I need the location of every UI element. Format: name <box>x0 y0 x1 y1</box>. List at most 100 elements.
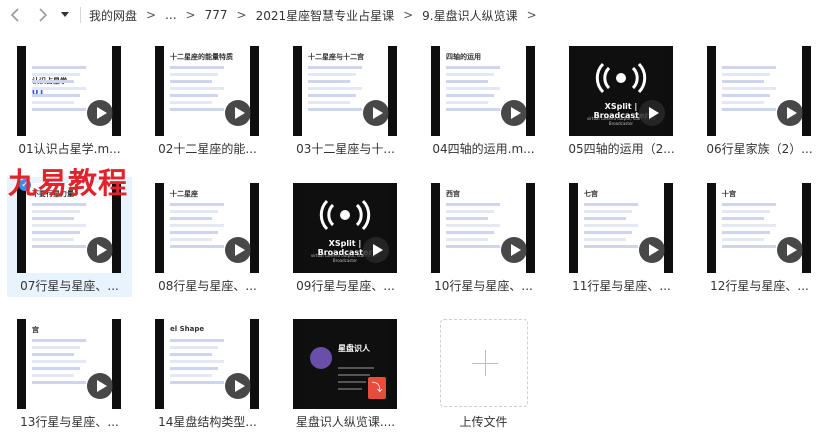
file-tile[interactable]: XSplit | Broadcaster virtual camera outpu… <box>283 177 408 297</box>
table-line <box>32 374 74 377</box>
table-line <box>446 224 500 227</box>
table-line <box>446 73 494 76</box>
file-thumbnail: XSplit | Broadcaster virtual camera outpu… <box>293 183 397 273</box>
file-thumbnail: 星盘识人 ⤵ <box>293 319 397 409</box>
star-emblem <box>310 347 332 369</box>
play-icon <box>363 237 389 263</box>
file-tile[interactable]: 西宫 10行星与星座、... <box>421 177 546 297</box>
play-icon <box>639 100 665 126</box>
thumbnail-title: 西宫 <box>446 190 460 198</box>
table-line <box>32 238 74 241</box>
thumbnail-title: 十二星座的能量特质 <box>170 53 233 61</box>
breadcrumb-item[interactable]: 777 <box>205 8 228 22</box>
history-dropdown-button[interactable] <box>56 0 74 30</box>
breadcrumb-separator: > <box>146 8 157 22</box>
play-icon <box>87 237 113 263</box>
table-line <box>32 381 86 384</box>
table-line <box>32 231 80 234</box>
file-thumbnail: 十二星座与十二宫 <box>293 46 397 136</box>
play-icon <box>225 100 251 126</box>
play-triangle <box>510 107 521 119</box>
table-line <box>722 210 770 213</box>
file-tile[interactable]: 宫 13行星与星座、... <box>7 313 132 433</box>
pdf-file-icon: ⤵ <box>368 377 386 399</box>
broadcast-icon <box>319 199 371 231</box>
file-thumbnail: el Shape <box>155 319 259 409</box>
text-line <box>338 381 366 383</box>
play-icon <box>501 237 527 263</box>
table-line <box>170 217 212 220</box>
table-line <box>446 80 488 83</box>
play-triangle <box>234 244 245 256</box>
table-line <box>722 87 776 90</box>
table-line <box>722 94 770 97</box>
file-name: 14星盘结构类型... <box>158 415 257 429</box>
table-line <box>446 217 488 220</box>
breadcrumb-item[interactable]: 2021星座智慧专业占星课 <box>256 7 395 24</box>
play-triangle <box>234 107 245 119</box>
table-line <box>722 231 770 234</box>
play-icon <box>225 373 251 399</box>
breadcrumb-separator: > <box>526 8 537 22</box>
watermark-text: 九易教程 <box>8 166 129 200</box>
file-tile[interactable]: 十二星座的能量特质 02十二星座的能... <box>145 40 270 160</box>
table-line <box>308 66 362 69</box>
breadcrumb-item[interactable]: 我的网盘 <box>89 7 137 24</box>
table-line <box>446 210 494 213</box>
breadcrumb-item[interactable]: 9.星盘识人纵览课 <box>422 7 517 24</box>
table-line <box>584 245 638 248</box>
file-name: 09行星与星座、... <box>296 279 395 293</box>
plus-icon-vertical <box>485 350 486 376</box>
file-thumbnail: XSplit | Broadcaster virtual camera outpu… <box>569 46 673 136</box>
file-tile[interactable]: el Shape 14星盘结构类型... <box>145 313 270 433</box>
play-icon <box>225 237 251 263</box>
file-name: 03十二星座与十... <box>296 142 395 156</box>
table-line <box>32 210 80 213</box>
file-tile[interactable]: 七宫 11行星与星座、... <box>559 177 684 297</box>
file-name: 上传文件 <box>459 415 508 429</box>
play-triangle <box>96 107 107 119</box>
play-icon <box>87 100 113 126</box>
table-line <box>32 73 80 76</box>
breadcrumb: 我的网盘 >... >777 >2021星座智慧专业占星课 >9.星盘识人纵览课 > <box>89 7 546 24</box>
table-line <box>32 94 80 97</box>
file-tile[interactable]: 十二星座 08行星与星座、... <box>145 177 270 297</box>
table-line <box>722 217 764 220</box>
file-name: 12行星与星座、... <box>710 279 809 293</box>
breadcrumb-separator: > <box>185 8 196 22</box>
table-line <box>170 367 218 370</box>
breadcrumb-item[interactable]: ... <box>165 8 176 22</box>
table-line <box>722 66 776 69</box>
table-line <box>170 245 224 248</box>
upload-button[interactable] <box>440 319 528 407</box>
table-line <box>446 101 488 104</box>
file-tile[interactable]: XSplit | Broadcaster virtual camera outpu… <box>559 40 684 160</box>
table-line <box>32 66 86 69</box>
table-line <box>32 346 80 349</box>
file-tile[interactable]: 十二星座与十二宫 03十二星座与十... <box>283 40 408 160</box>
table-line <box>170 374 212 377</box>
table-line <box>170 73 218 76</box>
table-line <box>446 231 494 234</box>
file-tile[interactable]: 06行星家族（2）... <box>697 40 822 160</box>
play-icon <box>639 237 665 263</box>
forward-button[interactable] <box>30 0 56 30</box>
file-thumbnail: 七宫 <box>569 183 673 273</box>
table-line <box>170 94 218 97</box>
file-tile[interactable]: 四轴的运用 04四轴的运用.m... <box>421 40 546 160</box>
thumbnail-title: el Shape <box>170 325 205 333</box>
upload-tile[interactable]: 上传文件 <box>421 313 546 433</box>
thumbnail-title: 星盘识人 <box>338 344 370 353</box>
table-line <box>584 210 632 213</box>
table-line <box>584 217 626 220</box>
file-tile[interactable]: 星盘识人 ⤵ 星盘识人纵览课.... <box>283 313 408 433</box>
file-name: 07行星与星座、... <box>20 279 119 293</box>
back-button[interactable] <box>0 0 30 30</box>
file-name: 06行星家族（2）... <box>706 142 813 156</box>
file-name: 08行星与星座、... <box>158 279 257 293</box>
file-thumbnail: 十二星座的能量特质 <box>155 46 259 136</box>
file-tile[interactable]: 认识占星学01 01认识占星学.m... <box>7 40 132 160</box>
file-tile[interactable]: 十宫 12行星与星座、... <box>697 177 822 297</box>
table-line <box>308 80 350 83</box>
table-line <box>722 73 770 76</box>
